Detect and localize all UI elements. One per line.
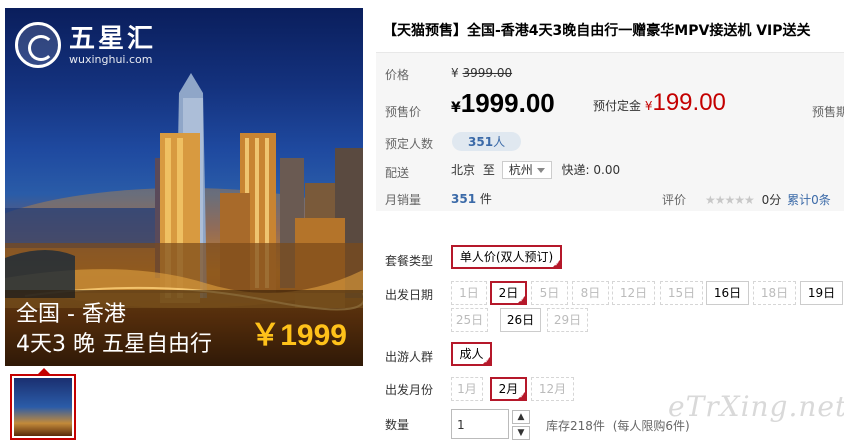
- express-label: 快递:: [561, 163, 590, 177]
- departure-date-option[interactable]: 8日: [572, 281, 609, 305]
- express-fee: 0.00: [593, 163, 621, 177]
- price-panel: [376, 53, 844, 211]
- departure-month-label: 出发月份: [385, 383, 434, 397]
- departure-date-option[interactable]: 15日: [660, 281, 703, 305]
- quantity-input[interactable]: 1: [451, 409, 509, 439]
- original-price-value: 3999.00: [462, 66, 513, 80]
- chevron-down-icon: ▼: [517, 428, 525, 438]
- departure-date-option[interactable]: 5日: [531, 281, 568, 305]
- monthly-sales: 351 件: [451, 190, 492, 207]
- departure-date-option[interactable]: 25日: [451, 308, 488, 332]
- destination-select[interactable]: 杭州: [501, 161, 552, 179]
- booking-count-pill: 351人: [452, 132, 522, 151]
- package-option-label: 单人价(双人预订): [459, 250, 554, 264]
- booking-count-unit: 人: [493, 135, 506, 149]
- departure-date-option[interactable]: 1日: [451, 281, 487, 305]
- brand-logo: 五星汇 wuxinghui.com: [15, 22, 156, 68]
- presale-price-value: 1999.00: [460, 88, 555, 118]
- departure-date-option-label: 12日: [619, 286, 648, 300]
- departure-date-option-label: 2日: [498, 286, 519, 300]
- caption-route: 全国 - 香港: [16, 302, 126, 327]
- shipping-info: 北京 至 杭州 快递: 0.00: [451, 161, 620, 179]
- brand-url: wuxinghui.com: [69, 52, 153, 66]
- stock-text: 库存218件: [546, 419, 605, 433]
- product-title: 【天猫预售】全国-香港4天3晚自由行一赠豪华MPV接送机 VIP送关: [383, 23, 811, 39]
- shipping-from: 北京: [451, 163, 476, 177]
- quantity-decrease-button[interactable]: ▼: [512, 426, 530, 440]
- departure-date-option-label: 25日: [455, 313, 484, 327]
- price-label: 价格: [385, 68, 410, 82]
- brand-name: 五星汇: [69, 23, 157, 54]
- departure-date-label: 出发日期: [385, 288, 434, 302]
- departure-date-option[interactable]: 2日 ✓: [490, 281, 527, 305]
- departure-date-option-label: 8日: [580, 286, 601, 300]
- destination-value: 杭州: [508, 163, 533, 177]
- traveler-option-adult[interactable]: 成人 ✓: [451, 342, 492, 366]
- booking-count-value: 351: [468, 135, 494, 149]
- departure-date-option-label: 19日: [807, 286, 836, 300]
- departure-month-option-label: 1月: [457, 382, 477, 396]
- quantity-increase-button[interactable]: ▲: [512, 410, 530, 424]
- check-icon: ✓: [519, 296, 525, 304]
- departure-date-option[interactable]: 19日: [800, 281, 843, 305]
- brand-logo-text: 五星汇 wuxinghui.com: [69, 25, 156, 66]
- departure-month-option[interactable]: 2月 ✓: [490, 377, 527, 401]
- deposit-value: 199.00: [652, 89, 726, 116]
- departure-date-option-label: 29日: [553, 313, 582, 327]
- image-caption-band: 全国 - 香港 4天3 晚 五星自由行 ￥1999: [5, 290, 363, 366]
- departure-date-option-label: 15日: [667, 286, 696, 300]
- package-type-label: 套餐类型: [385, 254, 434, 268]
- review-label: 评价: [662, 193, 687, 207]
- review-count-link[interactable]: 累计0条: [787, 193, 831, 207]
- departure-month-option[interactable]: 1月: [451, 377, 483, 401]
- check-icon: ✓: [519, 392, 525, 400]
- monthly-sales-unit: 件: [479, 192, 492, 206]
- departure-date-option-label: 5日: [539, 286, 560, 300]
- rating-stars-icon: ★★★★★: [705, 193, 755, 207]
- booking-count-label: 预定人数: [385, 137, 434, 151]
- monthly-sales-count: 351: [451, 192, 477, 206]
- departure-month-option-label: 12月: [538, 382, 567, 396]
- original-price: ¥ 3999.00: [451, 66, 512, 80]
- rating: ★★★★★ 0分 累计0条: [705, 191, 831, 208]
- departure-date-option-label: 18日: [760, 286, 789, 300]
- monthly-sales-label: 月销量: [385, 193, 422, 207]
- presale-price-currency: ¥: [451, 100, 461, 116]
- shipping-to-word: 至: [482, 163, 495, 177]
- quantity-label: 数量: [385, 418, 410, 432]
- site-watermark: eTrXing.net: [668, 390, 844, 423]
- departure-date-option-label: 16日: [713, 286, 742, 300]
- departure-month-option-label: 2月: [498, 382, 519, 396]
- presale-price-label: 预售价: [385, 105, 422, 119]
- thumbnail-image: [14, 378, 72, 436]
- original-price-currency: ¥: [451, 66, 459, 80]
- chevron-down-icon: [536, 168, 545, 173]
- brand-logo-icon: [15, 22, 61, 68]
- rating-score: 0分: [761, 193, 782, 207]
- departure-month-option[interactable]: 12月: [531, 377, 574, 401]
- thumbnail-1[interactable]: [10, 374, 76, 440]
- caption-price: ￥1999: [250, 319, 347, 352]
- departure-date-option[interactable]: 12日: [612, 281, 655, 305]
- package-option-single[interactable]: 单人价(双人预订) ✓: [451, 245, 562, 269]
- product-main-image[interactable]: 五星汇 wuxinghui.com 全国 - 香港 4天3 晚 五星自由行 ￥1…: [5, 8, 363, 366]
- departure-date-option[interactable]: 18日: [753, 281, 796, 305]
- departure-date-option-label: 1日: [459, 286, 479, 300]
- departure-date-option[interactable]: 26日: [500, 308, 541, 332]
- chevron-up-icon: ▲: [517, 412, 525, 422]
- caption-package: 4天3 晚 五星自由行: [16, 332, 212, 357]
- check-icon: ✓: [554, 260, 560, 268]
- departure-date-option[interactable]: 16日: [706, 281, 749, 305]
- deposit: 预付定金 ¥199.00: [593, 89, 726, 117]
- departure-date-option[interactable]: 29日: [547, 308, 588, 332]
- traveler-option-label: 成人: [459, 347, 484, 361]
- presale-price: ¥1999.00: [451, 88, 555, 119]
- traveler-type-label: 出游人群: [385, 350, 434, 364]
- shipping-label: 配送: [385, 166, 410, 180]
- check-icon: ✓: [484, 357, 490, 365]
- deposit-label: 预付定金: [593, 99, 642, 113]
- presale-period-label: 预售期: [812, 105, 844, 119]
- departure-date-option-label: 26日: [506, 313, 535, 327]
